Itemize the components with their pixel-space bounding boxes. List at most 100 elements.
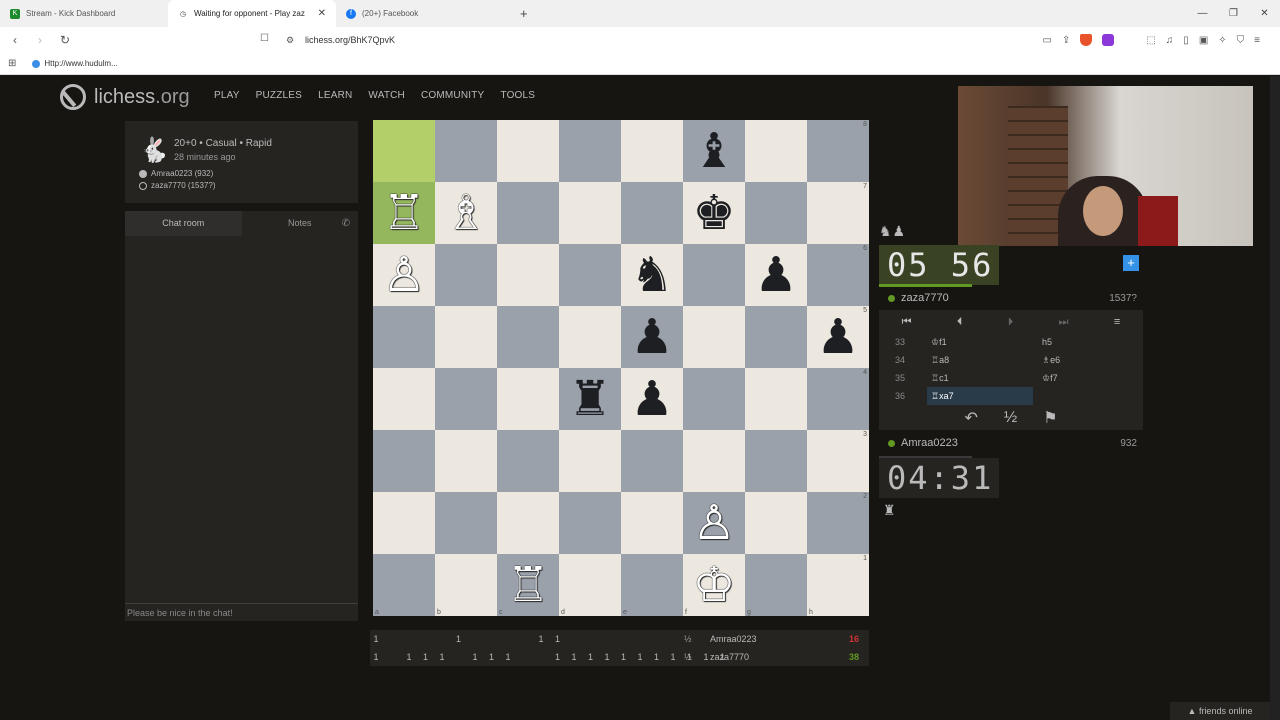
square-a7[interactable]: ♖ [373,182,435,244]
brave-rewards-icon[interactable] [1102,34,1115,46]
crosstable-result[interactable]: 1 [651,648,663,666]
resign-flag-icon[interactable]: ⚑ [1043,408,1057,428]
square-c1[interactable]: ♖ c [497,554,559,616]
square-g4[interactable] [745,368,807,430]
black-king-icon[interactable]: ♚ [692,189,735,237]
square-f3[interactable] [683,430,745,492]
square-h1[interactable]: 1h [807,554,869,616]
move-white[interactable]: ♔f1 [927,333,1033,351]
add-time-icon[interactable]: + [1123,255,1139,271]
square-d5[interactable] [559,306,621,368]
square-b4[interactable] [435,368,497,430]
square-d3[interactable] [559,430,621,492]
leo-icon[interactable]: ⬚ [1146,35,1155,46]
crosstable-result[interactable]: 1 [568,648,580,666]
black-rook-icon[interactable]: ♜ [568,375,611,423]
square-g8[interactable] [745,120,807,182]
square-a6[interactable]: ♙ [373,244,435,306]
square-c7[interactable] [497,182,559,244]
crosstable-result[interactable]: 1 [535,630,547,648]
square-a1[interactable]: a [373,554,435,616]
square-d8[interactable] [559,120,621,182]
black-knight-icon[interactable]: ♞ [630,251,673,299]
crosstable-result[interactable]: 1 [486,648,498,666]
square-a4[interactable] [373,368,435,430]
square-d7[interactable] [559,182,621,244]
square-f6[interactable] [683,244,745,306]
black-pawn-icon[interactable]: ♟ [630,375,673,423]
bookmark-item[interactable]: Http://www.hudulm... [32,59,118,68]
nav-play[interactable]: PLAY [214,90,240,101]
crosstable-player-name[interactable]: zaza7770 [710,648,749,666]
square-f4[interactable] [683,368,745,430]
move-black[interactable]: ♔f7 [1038,369,1144,387]
tab-lichess[interactable]: ◷ Waiting for opponent - Play zaz ✕ [168,0,336,27]
chess-board[interactable]: ♝ 8 ♖ ♗ ♚ 7 ♙ ♞ ♟ 6 ♟ ♟ 5 ♜ ♟ 4 3 ♙ 2 a b ♖ c d e ♔ f g 1 h [373,120,869,616]
menu-icon[interactable]: ≡ [1254,35,1260,46]
crosstable-result[interactable]: 1 [585,648,597,666]
white-pawn-icon[interactable]: ♙ [382,251,425,299]
square-b2[interactable] [435,492,497,554]
white-king-icon[interactable]: ♔ [692,561,735,609]
square-f1[interactable]: ♔ f [683,554,745,616]
url-field[interactable]: lichess.org/BhK7QpvK [305,27,395,53]
crosstable-result[interactable]: 1 [601,648,613,666]
square-d6[interactable] [559,244,621,306]
square-b3[interactable] [435,430,497,492]
nav-learn[interactable]: LEARN [318,90,352,101]
square-d1[interactable]: d [559,554,621,616]
square-g5[interactable] [745,306,807,368]
square-g1[interactable]: g [745,554,807,616]
crosstable-result[interactable]: 1 [420,648,432,666]
square-c4[interactable] [497,368,559,430]
square-e3[interactable] [621,430,683,492]
crosstable-result[interactable]: 1 [453,630,465,648]
screen-icon[interactable]: ▭ [1043,35,1052,46]
minimize-icon[interactable]: — [1187,0,1218,27]
tab-notes[interactable]: Notes [242,211,359,236]
square-c8[interactable] [497,120,559,182]
move-white[interactable]: ♖c1 [927,369,1033,387]
square-b1[interactable]: b [435,554,497,616]
first-move-icon[interactable]: ⏮ [902,316,912,329]
restore-icon[interactable]: ❐ [1218,0,1249,27]
white-rook-icon[interactable]: ♖ [382,189,425,237]
square-h3[interactable]: 3 [807,430,869,492]
close-tab-icon[interactable]: ✕ [318,8,326,19]
nav-puzzles[interactable]: PUZZLES [256,90,302,101]
move-black[interactable]: ♗e6 [1038,351,1144,369]
square-h2[interactable]: 2 [807,492,869,554]
white-pawn-icon[interactable]: ♙ [692,499,735,547]
black-pawn-icon[interactable]: ♟ [754,251,797,299]
square-h8[interactable]: 8 [807,120,869,182]
share-icon[interactable]: ⇪ [1062,35,1070,46]
close-window-icon[interactable]: ✕ [1249,0,1280,27]
crosstable-result[interactable]: 1 [618,648,630,666]
black-bishop-icon[interactable]: ♝ [692,127,735,175]
black-player-info[interactable]: zaza7770 (1537?) [139,181,216,190]
square-a2[interactable] [373,492,435,554]
square-c3[interactable] [497,430,559,492]
white-player-info[interactable]: Amraa0223 (932) [139,169,213,178]
vpn-icon[interactable]: ⛉ [1237,35,1245,46]
square-c5[interactable] [497,306,559,368]
square-e2[interactable] [621,492,683,554]
my-player[interactable]: Amraa0223 932 [879,433,1143,453]
square-g7[interactable] [745,182,807,244]
nav-tools[interactable]: TOOLS [500,90,535,101]
tab-chat-room[interactable]: Chat room [125,211,242,236]
square-d4[interactable]: ♜ [559,368,621,430]
crosstable-result[interactable]: 1 [469,648,481,666]
tab-facebook[interactable]: f (20+) Facebook [336,0,504,27]
crosstable-result[interactable]: 1 [552,648,564,666]
crosstable-result[interactable]: 1 [634,648,646,666]
square-e8[interactable] [621,120,683,182]
new-tab-button[interactable]: + [520,6,528,21]
move-black[interactable]: h5 [1038,333,1144,351]
music-icon[interactable]: ♫ [1166,35,1174,46]
prev-move-icon[interactable]: ⏴ [957,316,963,329]
site-info-icon[interactable]: ⚙ [286,35,294,46]
square-e6[interactable]: ♞ [621,244,683,306]
square-d2[interactable] [559,492,621,554]
last-move-icon[interactable]: ⏭ [1059,316,1069,329]
